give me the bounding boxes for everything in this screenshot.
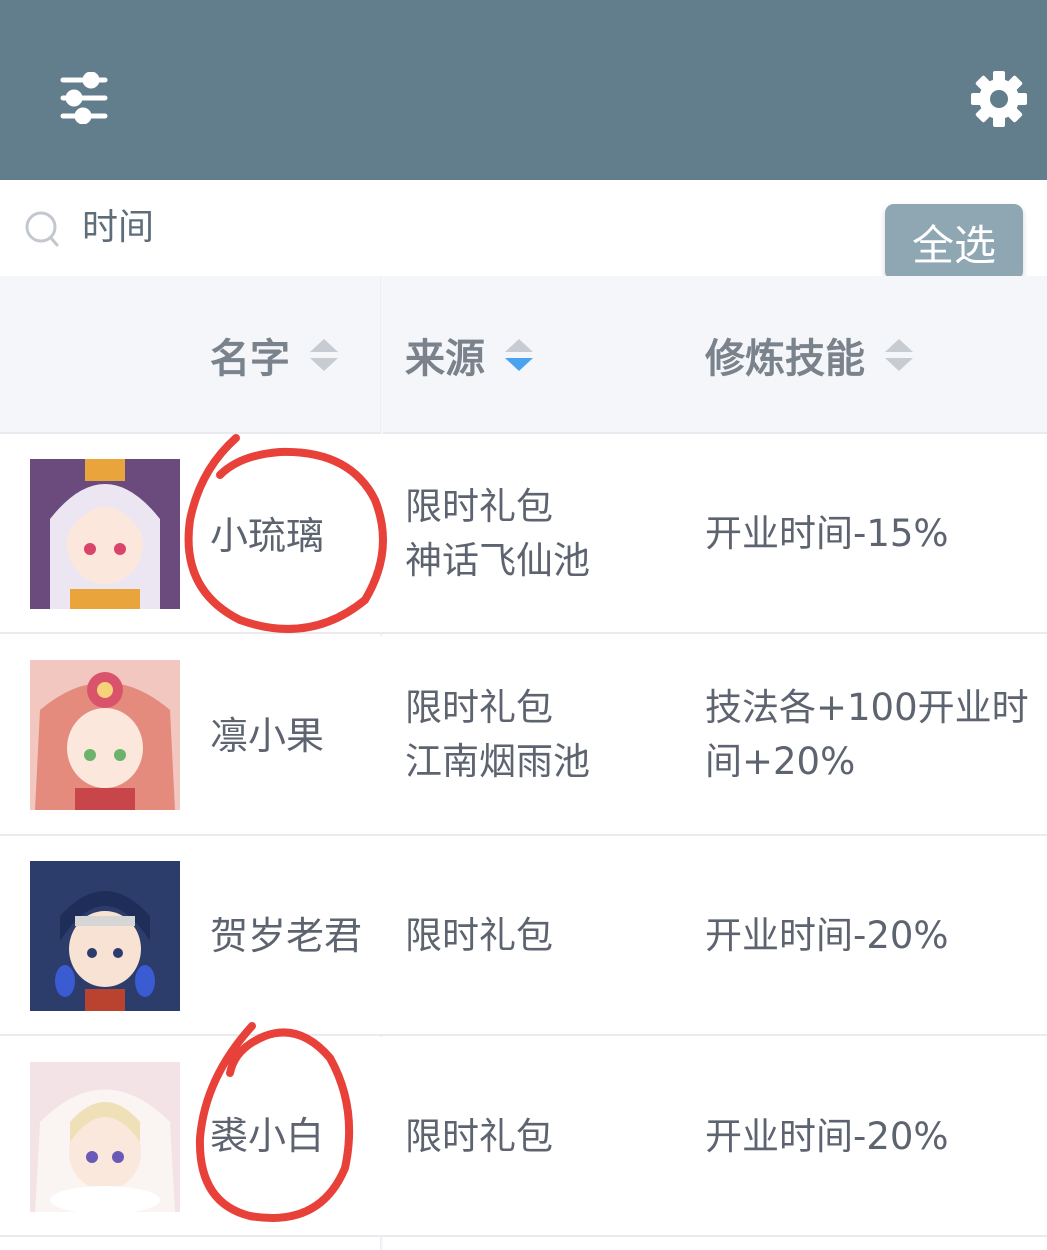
row-skill-line: 开业时间-20% <box>705 1115 949 1158</box>
avatar <box>30 660 180 810</box>
row-source: 限时礼包 神话飞仙池 <box>405 480 685 588</box>
row-source-line: 限时礼包 <box>405 1115 553 1158</box>
top-bar <box>0 0 1047 180</box>
row-source: 限时礼包 江南烟雨池 <box>405 681 685 789</box>
row-source-line: 限时礼包 <box>405 686 553 729</box>
column-header-label: 名字 <box>210 336 290 382</box>
column-header-name[interactable]: 名字 <box>210 276 340 434</box>
row-name: 贺岁老君 <box>210 914 363 958</box>
row-skill: 开业时间-15% <box>705 507 1035 561</box>
column-header-source[interactable]: 来源 <box>405 276 535 434</box>
sliders-icon[interactable] <box>60 72 108 124</box>
row-skill: 技法各+100开业时 间+20% <box>705 681 1035 789</box>
row-source-line: 限时礼包 <box>405 485 553 528</box>
row-source: 限时礼包 <box>405 1110 685 1164</box>
avatar <box>30 861 180 1011</box>
row-skill-line: 开业时间-20% <box>705 914 949 957</box>
row-source: 限时礼包 <box>405 909 685 963</box>
row-skill: 开业时间-20% <box>705 1110 1035 1164</box>
row-skill-line: 间+20% <box>705 740 856 783</box>
row-name: 凛小果 <box>210 714 325 758</box>
row-source-line: 神话飞仙池 <box>405 539 590 582</box>
sort-icon <box>310 339 338 371</box>
avatar <box>30 1062 180 1212</box>
row-source-line: 限时礼包 <box>405 914 553 957</box>
sort-icon <box>885 339 913 371</box>
row-name: 小琉璃 <box>210 514 325 558</box>
search-icon <box>25 211 59 247</box>
row-skill-line: 技法各+100开业时 <box>705 686 1029 729</box>
select-all-button[interactable]: 全选 <box>885 204 1023 280</box>
column-header-skill[interactable]: 修炼技能 <box>705 276 915 434</box>
gear-icon[interactable] <box>970 70 1028 128</box>
avatar <box>30 459 180 609</box>
sort-icon <box>505 339 533 371</box>
column-header-label: 来源 <box>405 336 485 382</box>
column-header-label: 修炼技能 <box>705 336 865 382</box>
row-source-line: 江南烟雨池 <box>405 740 590 783</box>
row-skill: 开业时间-20% <box>705 909 1035 963</box>
search-input[interactable]: 时间 <box>82 200 782 256</box>
row-skill-line: 开业时间-15% <box>705 512 949 555</box>
row-name: 裘小白 <box>210 1114 325 1158</box>
